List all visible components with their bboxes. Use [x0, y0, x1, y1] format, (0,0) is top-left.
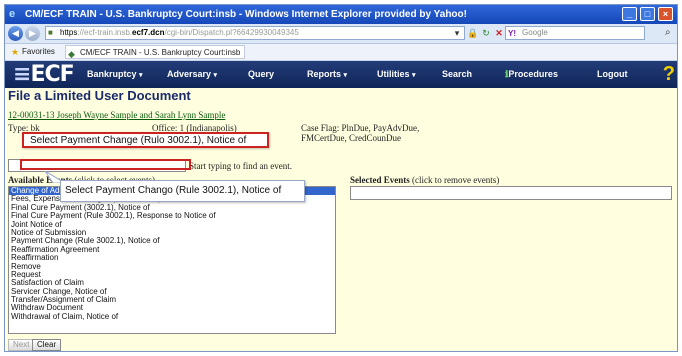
back-button[interactable]: ◀ — [8, 26, 23, 41]
event-option[interactable]: Satisfaction of Claim — [9, 279, 335, 287]
address-dropdown-icon[interactable]: ▾ — [451, 27, 463, 39]
menu-utilities[interactable]: Utilities ▾ — [377, 69, 416, 79]
event-option[interactable]: Transfer/Assignment of Claim — [9, 296, 335, 304]
page-title: File a Limited User Document — [8, 88, 191, 103]
menu-utilities-label: Utilities — [377, 69, 410, 79]
available-events-list[interactable]: Change of AddressFees, Expenses or Charg… — [8, 186, 336, 334]
favorites-label[interactable]: Favorites — [22, 44, 55, 60]
favorites-star-icon[interactable]: ★ — [11, 44, 19, 60]
refresh-icon[interactable]: ↻ — [480, 27, 492, 39]
site-icon: ■ — [48, 28, 53, 37]
next-button[interactable]: Next — [8, 339, 35, 351]
menu-query[interactable]: Query — [248, 69, 274, 79]
maximize-button[interactable]: □ — [640, 7, 655, 21]
ecf-logo: ≡ECF — [13, 62, 75, 87]
selected-events-hint: (click to remove events) — [412, 175, 500, 185]
event-search-hint: Start typing to find an event. — [189, 161, 292, 171]
favorites-bar: ★ Favorites ◆ CM/ECF TRAIN - U.S. Bankru… — [5, 44, 677, 61]
menu-reports[interactable]: Reports ▾ — [307, 69, 347, 79]
event-option[interactable]: Remove — [9, 263, 335, 271]
event-option[interactable]: Payment Change (Rule 3002.1), Notice of — [9, 237, 335, 245]
yahoo-icon: Y! — [508, 29, 516, 38]
minimize-button[interactable]: _ — [622, 7, 637, 21]
url-path: /cgi-bin/Dispatch.pl?66429930049345 — [164, 28, 299, 37]
event-option[interactable]: Reaffirmation Agreement — [9, 246, 335, 254]
browser-tab[interactable]: ◆ CM/ECF TRAIN - U.S. Bankruptcy Court:i… — [65, 45, 246, 59]
search-placeholder: Google — [522, 28, 548, 37]
main-content: File a Limited User Document 12-00031-13… — [5, 88, 677, 351]
event-option[interactable]: Final Cure Payment (3002.1), Notice of — [9, 204, 335, 212]
url-prefix: ://ecf-train.insb. — [77, 28, 133, 37]
event-option[interactable]: Notice of Submission — [9, 229, 335, 237]
event-option[interactable]: Final Cure Payment (Rule 3002.1), Respon… — [9, 212, 335, 220]
search-icon[interactable]: ⌕ — [665, 27, 671, 38]
title-bar: e CM/ECF TRAIN - U.S. Bankruptcy Court:i… — [5, 5, 677, 24]
case-flag-line-1: Case Flag: PlnDue, PayAdvDue, — [301, 123, 420, 133]
clear-button[interactable]: Clear — [32, 339, 62, 351]
case-link[interactable]: 12-00031-13 Joseph Wayne Sample and Sara… — [8, 110, 225, 120]
event-option[interactable]: Withdraw Document — [9, 304, 335, 312]
event-option[interactable]: Servicer Change, Notice of — [9, 288, 335, 296]
browser-window: e CM/ECF TRAIN - U.S. Bankruptcy Court:i… — [4, 4, 678, 352]
forward-button[interactable]: ▶ — [25, 26, 40, 41]
chevron-down-icon: ▾ — [412, 72, 416, 79]
chevron-down-icon: ▾ — [139, 72, 143, 79]
url-field[interactable]: ■ https://ecf-train.insb.ecf7.dcn/cgi-bi… — [45, 26, 465, 40]
menu-reports-label: Reports — [307, 69, 342, 79]
close-button[interactable]: × — [658, 7, 673, 21]
chevron-down-icon: ▾ — [213, 72, 218, 79]
help-icon[interactable]: ? — [663, 63, 675, 86]
selected-events-header: Selected Events (click to remove events) — [350, 175, 499, 185]
url-domain: ecf7.dcn — [132, 28, 165, 37]
menu-search[interactable]: Search — [442, 69, 472, 79]
chevron-down-icon: ▾ — [343, 72, 348, 79]
ecf-menu-bar: ≡ECF Bankruptcy ▾ Adversary ▾ Query Repo… — [5, 61, 677, 88]
menu-adversary-label: Adversary — [167, 69, 212, 79]
event-option[interactable]: Joint Notice of — [9, 221, 335, 229]
menu-logout[interactable]: Logout — [597, 69, 628, 79]
tab-page-icon: ◆ — [68, 49, 75, 59]
event-option[interactable]: Request — [9, 271, 335, 279]
tab-title: CM/ECF TRAIN - U.S. Bankruptcy Court:ins… — [80, 48, 241, 57]
menu-adversary[interactable]: Adversary ▾ — [167, 69, 217, 79]
url-scheme: https — [60, 28, 78, 37]
window-title: CM/ECF TRAIN - U.S. Bankruptcy Court:ins… — [25, 9, 467, 20]
event-option[interactable]: Reaffirmation — [9, 254, 335, 262]
highlight-box — [20, 159, 191, 170]
selected-events-list[interactable] — [350, 186, 672, 200]
ie-icon: e — [9, 8, 16, 20]
event-option[interactable]: Withdrawal of Claim, Notice of — [9, 313, 335, 321]
instruction-callout-mid: Select Payment Chango (Rule 3002.1), Not… — [60, 180, 305, 202]
selected-events-title: Selected Events — [350, 175, 410, 185]
search-input[interactable]: Y! Google — [505, 26, 645, 40]
case-flag-line-2: FMCertDue, CredCounDue — [301, 133, 401, 143]
menu-procedures[interactable]: ℹProcedures — [505, 69, 558, 80]
menu-bankruptcy[interactable]: Bankruptcy ▾ — [87, 69, 143, 79]
lock-icon[interactable]: 🔒 — [467, 27, 479, 39]
menu-bankruptcy-label: Bankruptcy — [87, 69, 137, 79]
stop-icon[interactable]: ✕ — [493, 27, 505, 39]
menu-procedures-label: Procedures — [508, 69, 558, 79]
address-bar: ◀ ▶ ■ https://ecf-train.insb.ecf7.dcn/cg… — [5, 24, 677, 44]
instruction-callout-top: Select Payment Change (Rulo 3002.1), Not… — [22, 132, 269, 148]
ecf-logo-text: ECF — [30, 62, 74, 87]
